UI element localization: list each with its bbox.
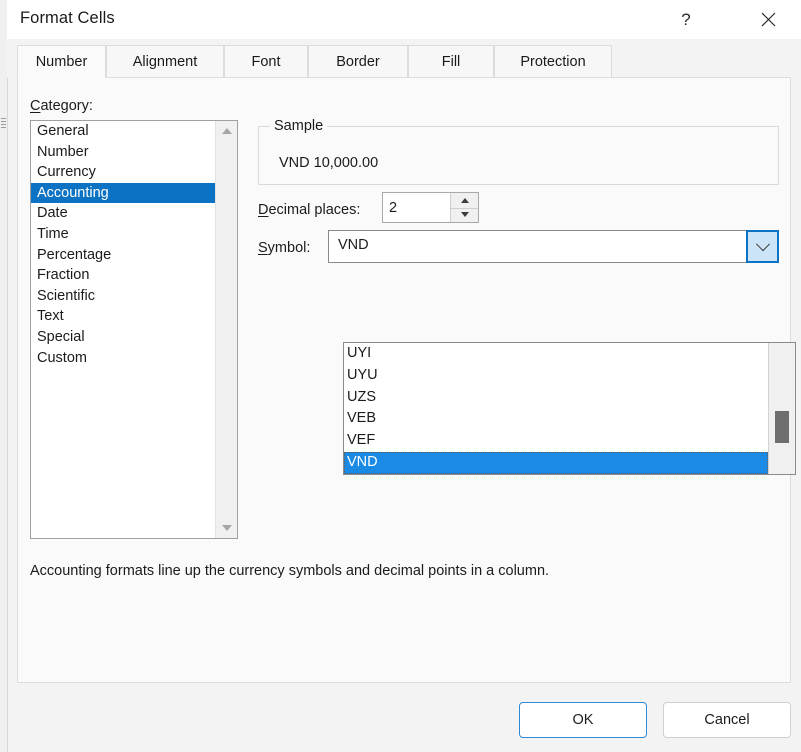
tab-label: Font [251, 53, 281, 70]
symbol-combobox[interactable]: VND [328, 230, 779, 263]
close-icon [761, 12, 776, 27]
tab-label: Border [336, 53, 380, 70]
scroll-down-arrow-icon[interactable] [216, 518, 237, 538]
category-label: Category: [30, 98, 93, 114]
symbol-option[interactable]: UYI [344, 343, 768, 365]
scrollbar-thumb[interactable] [775, 411, 789, 443]
category-item[interactable]: Fraction [31, 265, 216, 286]
category-item[interactable]: Time [31, 224, 216, 245]
spinner-up-icon[interactable] [451, 193, 478, 209]
tab-label: Alignment [132, 53, 198, 70]
category-item[interactable]: General [31, 121, 216, 142]
tab-fill[interactable]: Fill [408, 45, 494, 78]
question-mark-icon: ? [681, 9, 691, 29]
category-item[interactable]: Currency [31, 162, 216, 183]
tab-alignment[interactable]: Alignment [106, 45, 224, 78]
symbol-option-list: UYI UYU UZS VEB VEF VND [344, 343, 768, 474]
symbol-dropdown-list[interactable]: UYI UYU UZS VEB VEF VND [343, 342, 796, 475]
dialog-title: Format Cells [20, 9, 115, 27]
tab-border[interactable]: Border [308, 45, 408, 78]
help-button[interactable]: ? [663, 0, 709, 38]
title-bar: Format Cells ? [7, 0, 801, 39]
tab-label: Fill [441, 53, 461, 70]
sample-legend: Sample [270, 118, 328, 134]
tab-font[interactable]: Font [224, 45, 308, 78]
scroll-up-arrow-icon[interactable] [216, 121, 237, 141]
decimal-places-spinner[interactable] [450, 193, 478, 222]
spinner-down-icon[interactable] [451, 208, 478, 223]
tab-number[interactable]: Number [17, 45, 106, 78]
symbol-option[interactable]: VEB [344, 408, 768, 430]
category-item[interactable]: Custom [31, 348, 216, 369]
parent-window-scrollbar[interactable] [0, 0, 8, 752]
scrollbar-grip [1, 118, 6, 119]
tab-label: Number [35, 53, 88, 70]
chevron-down-icon [755, 236, 770, 251]
symbol-dropdown-scrollbar[interactable] [768, 343, 795, 474]
category-item[interactable]: Accounting [31, 182, 216, 204]
symbol-selected-value: VND [338, 237, 369, 253]
number-tab-panel: Category: General Number Currency Accountin… [17, 77, 796, 683]
tab-label: Protection [520, 53, 586, 70]
tab-strip: Number Alignment Font Border Fill Protection [7, 39, 801, 78]
category-item[interactable]: Scientific [31, 286, 216, 307]
tab-protection[interactable]: Protection [494, 45, 612, 78]
symbol-option[interactable]: UZS [344, 387, 768, 409]
symbol-option[interactable]: VEF [344, 430, 768, 452]
decimal-places-input[interactable] [383, 193, 450, 222]
category-item[interactable]: Special [31, 327, 216, 348]
category-item[interactable]: Number [31, 142, 216, 163]
close-button[interactable] [745, 0, 791, 38]
symbol-label: Symbol: [258, 240, 311, 256]
symbol-option[interactable]: UYU [344, 365, 768, 387]
sample-value: VND 10,000.00 [279, 155, 379, 171]
category-item[interactable]: Text [31, 306, 216, 327]
decimal-places-label: Decimal places: [258, 202, 361, 218]
symbol-dropdown-button[interactable] [746, 230, 779, 263]
symbol-option[interactable]: VND [344, 451, 768, 474]
category-item-list: General Number Currency Accounting Date Time P… [31, 121, 216, 368]
decimal-places-field[interactable] [382, 192, 479, 223]
format-cells-dialog: Format Cells ? Number Alignment Font Border… [0, 0, 801, 752]
category-description: Accounting formats line up the currency … [30, 563, 550, 579]
category-item[interactable]: Date [31, 203, 216, 224]
category-listbox[interactable]: General Number Currency Accounting Date Time P… [30, 120, 238, 539]
category-scrollbar[interactable] [215, 121, 237, 538]
ok-button[interactable]: OK [519, 702, 647, 738]
cancel-button[interactable]: Cancel [663, 702, 791, 738]
category-item[interactable]: Percentage [31, 245, 216, 266]
